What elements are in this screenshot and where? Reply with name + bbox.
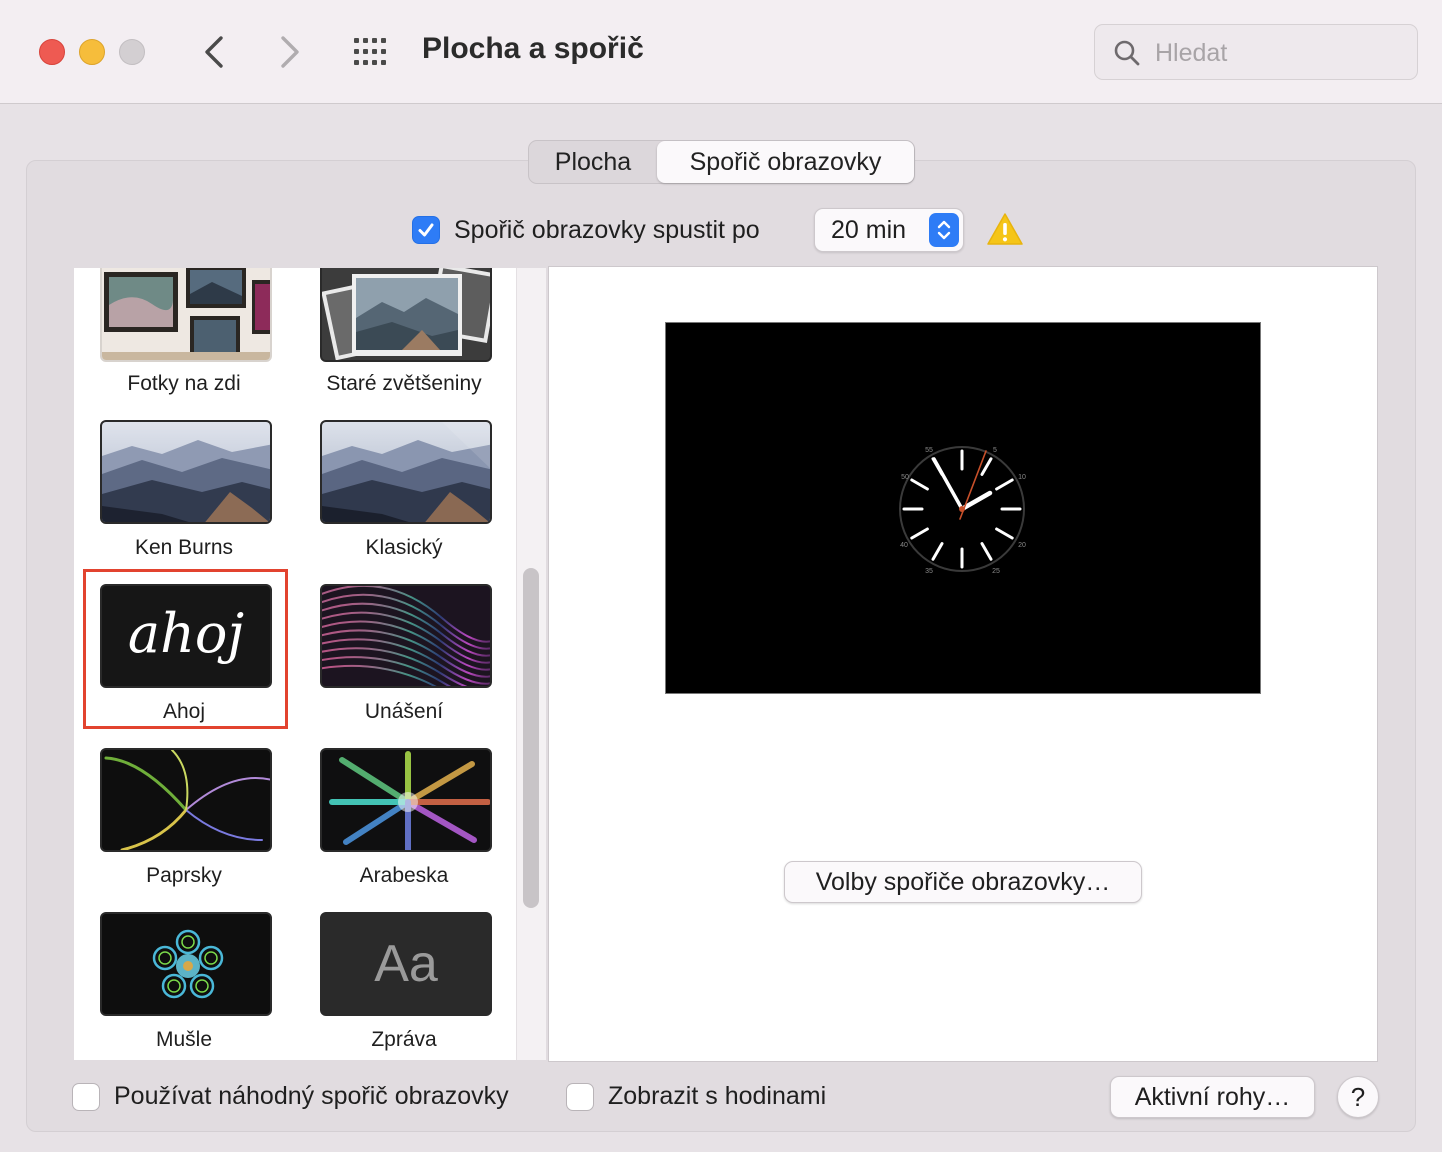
search-icon [1114,40,1140,66]
arabesque-thumbnail [320,748,492,852]
photo-wall-thumbnail [100,268,272,362]
clock-label-50: 50 [901,474,909,481]
screen-saver-options-button[interactable]: Volby spořiče obrazovky… [784,861,1142,903]
chevron-left-icon [205,36,223,68]
show-all-button[interactable] [352,34,392,70]
saver-label-vintage-prints: Staré zvětšeniny [326,372,482,395]
show-clock-label: Zobrazit s hodinami [608,1082,827,1110]
close-window-button[interactable] [39,39,65,65]
warning-icon[interactable] [986,212,1024,246]
search-field[interactable] [1094,24,1418,80]
clock-label-25: 25 [992,568,1000,575]
hot-corners-button[interactable]: Aktivní rohy… [1110,1076,1315,1118]
title-bar: Plocha a spořič [0,0,1442,104]
mountains-thumbnail [320,420,492,524]
window-title: Plocha a spořič [422,32,644,65]
forward-button[interactable] [270,30,310,74]
selection-highlight [83,569,288,729]
clock-label-55: 55 [925,447,933,454]
search-input[interactable] [1155,35,1405,71]
saver-label-shell: Mušle [155,1028,213,1051]
clock-label-40: 40 [900,542,908,549]
zoom-window-button[interactable] [119,39,145,65]
back-button[interactable] [194,30,234,74]
saver-label-message: Zpráva [371,1028,437,1051]
saver-label-arabesque: Arabeska [359,864,449,887]
message-thumbnail-text: Aa [374,935,438,993]
tab-desktop[interactable]: Plocha [529,141,657,183]
saver-label-photo-wall: Fotky na zdi [127,372,241,395]
start-after-select[interactable]: 20 min [814,208,964,252]
start-after-value: 20 min [831,216,907,244]
clock-label-20: 20 [1018,542,1026,549]
clock-label-10: 10 [1018,474,1026,481]
clock-label-5: 5 [993,447,997,454]
stepper-arrows-icon [929,213,959,247]
minimize-window-button[interactable] [79,39,105,65]
start-after-checkbox[interactable] [412,216,440,244]
start-after-row: Spořič obrazovky spustit po [412,210,760,250]
flurry-thumbnail [100,748,272,852]
saver-label-classic: Klasický [365,536,443,559]
grid-icon [354,38,386,65]
shell-thumbnail [100,912,272,1016]
show-clock-checkbox[interactable] [566,1082,594,1111]
saver-label-flurry: Paprsky [146,864,222,887]
saver-label-ken-burns: Ken Burns [134,536,234,559]
checkmark-icon [418,223,434,237]
start-after-label: Spořič obrazovky spustit po [454,215,760,244]
mountains-thumbnail [100,420,272,524]
random-saver-checkbox[interactable] [72,1082,100,1111]
saver-label-drift: Unášení [364,700,444,723]
tab-screen-saver[interactable]: Spořič obrazovky [657,141,914,183]
random-saver-label: Používat náhodný spořič obrazovky [114,1082,509,1110]
help-button[interactable]: ? [1337,1076,1379,1118]
show-clock-row: Zobrazit s hodinami [566,1082,826,1111]
vintage-prints-thumbnail [320,268,492,362]
tab-bar: Plocha Spořič obrazovky [528,140,915,184]
clock-label-35: 35 [925,568,933,575]
list-scrollbar[interactable] [523,568,539,908]
random-saver-row: Používat náhodný spořič obrazovky [72,1082,509,1111]
message-thumbnail: Aa [320,912,492,1016]
chevron-right-icon [281,36,299,68]
clock-icon: 55 5 50 10 40 20 35 25 [899,446,1026,575]
drift-thumbnail [320,584,492,688]
preview-screen: 55 5 50 10 40 20 35 25 [665,322,1261,694]
